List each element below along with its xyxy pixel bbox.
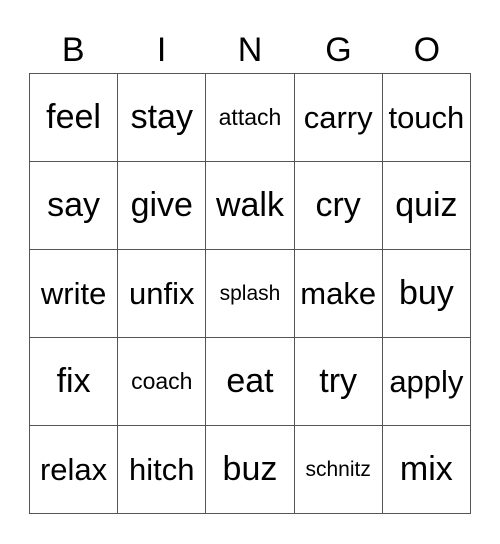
bingo-cell[interactable]: make: [293, 249, 383, 338]
bingo-cell[interactable]: try: [293, 337, 383, 426]
bingo-cell[interactable]: attach: [205, 73, 295, 162]
bingo-cell[interactable]: unfix: [117, 249, 207, 338]
bingo-cell[interactable]: hitch: [117, 425, 207, 514]
bingo-cell[interactable]: buz: [205, 425, 295, 514]
bingo-cell[interactable]: relax: [28, 425, 119, 514]
bingo-cell[interactable]: feel: [28, 73, 119, 162]
bingo-cell[interactable]: mix: [381, 425, 472, 514]
bingo-cell[interactable]: carry: [293, 73, 383, 162]
bingo-cell[interactable]: walk: [205, 161, 295, 250]
header-letter-o: O: [413, 31, 441, 69]
bingo-cell[interactable]: fix: [28, 337, 119, 426]
bingo-row: feel stay attach carry touch: [28, 73, 472, 162]
header-letter-i: I: [156, 31, 167, 69]
bingo-cell[interactable]: touch: [381, 73, 472, 162]
bingo-cell[interactable]: give: [117, 161, 207, 250]
bingo-cell[interactable]: splash: [205, 249, 295, 338]
header-letter-n: N: [237, 31, 263, 69]
bingo-row: write unfix splash make buy: [28, 249, 472, 338]
bingo-card-grid: feel stay attach carry touch say give walk cry qu…: [28, 73, 472, 514]
bingo-cell[interactable]: coach: [117, 337, 207, 426]
bingo-cell[interactable]: eat: [205, 337, 295, 426]
bingo-cell[interactable]: write: [28, 249, 119, 338]
bingo-cell[interactable]: cry: [293, 161, 383, 250]
bingo-row: fix coach eat try apply: [28, 337, 472, 426]
bingo-cell[interactable]: quiz: [381, 161, 472, 250]
bingo-cell[interactable]: apply: [381, 337, 472, 426]
bingo-cell[interactable]: say: [28, 161, 119, 250]
bingo-cell[interactable]: buy: [381, 249, 472, 338]
bingo-row: relax hitch buz schnitz mix: [28, 425, 472, 514]
bingo-header: B I N G O: [29, 28, 471, 72]
bingo-row: say give walk cry quiz: [28, 161, 472, 250]
header-letter-g: G: [325, 31, 352, 69]
bingo-cell[interactable]: stay: [117, 73, 207, 162]
header-letter-b: B: [61, 31, 85, 69]
bingo-cell[interactable]: schnitz: [293, 425, 383, 514]
